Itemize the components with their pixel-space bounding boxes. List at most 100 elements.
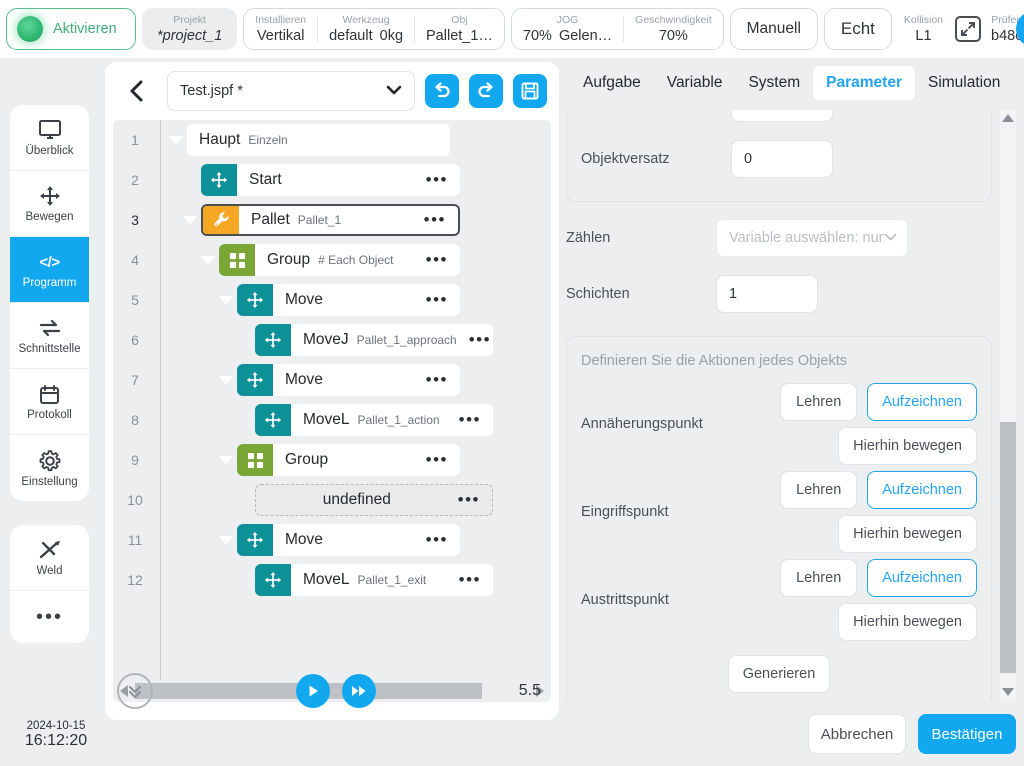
tree-node[interactable]: Group # Each Object ••• [219, 244, 460, 276]
confirm-button[interactable]: Bestätigen [918, 714, 1016, 754]
scroll-thumb[interactable] [1000, 421, 1016, 673]
play-button[interactable] [295, 674, 330, 708]
project-pill[interactable]: Projekt *project_1 [142, 8, 238, 50]
tree-node-menu-icon[interactable]: ••• [459, 571, 493, 588]
tree-node-menu-icon[interactable]: ••• [426, 451, 460, 468]
tree-node-menu-icon[interactable]: ••• [469, 331, 493, 348]
tree-node-menu-icon[interactable]: ••• [426, 171, 460, 188]
move-here-button[interactable]: Hierhin bewegen [838, 427, 977, 465]
record-button[interactable]: Aufzeichnen [867, 471, 977, 509]
activate-button[interactable]: Aktivieren [6, 8, 136, 50]
expand-caret-icon[interactable] [197, 255, 219, 265]
tree-row[interactable]: 12 MoveL Pallet_1_exit ••• [113, 560, 551, 600]
tree-node[interactable]: MoveL Pallet_1_action ••• [255, 404, 493, 436]
scroll-track[interactable] [1000, 126, 1016, 684]
obj-segment[interactable]: Obj Pallet_1… [415, 14, 504, 45]
tree-row[interactable]: 8 MoveL Pallet_1_action ••• [113, 400, 551, 440]
move-here-button[interactable]: Hierhin bewegen [838, 515, 977, 553]
panel-vertical-scrollbar[interactable] [1000, 110, 1016, 700]
tree-node-menu-icon[interactable]: ••• [426, 291, 460, 308]
panel-footer-buttons: Abbrechen Bestätigen [566, 714, 1016, 758]
zahlen-select[interactable]: Variable auswählen: num [716, 219, 908, 257]
file-select[interactable]: Test.jspf * [167, 71, 415, 111]
sidebar-item-more[interactable]: ••• [10, 591, 89, 643]
tree-row[interactable]: 3 Pallet Pallet_1 ••• [113, 200, 551, 240]
tree-row[interactable]: 10 undefined ••• [113, 480, 551, 520]
redo-icon[interactable] [469, 74, 503, 108]
tree-node[interactable]: Move ••• [237, 364, 460, 396]
expand-icon[interactable] [955, 16, 982, 42]
tree-node[interactable]: Start ••• [201, 164, 460, 196]
teach-button[interactable]: Lehren [780, 471, 858, 509]
expand-caret-icon[interactable] [215, 295, 237, 305]
real-mode-button[interactable]: Echt [823, 8, 892, 50]
install-segment[interactable]: Installieren Vertikal [244, 14, 317, 45]
tree-node-menu-icon[interactable]: ••• [426, 531, 460, 548]
tool-segment[interactable]: Werkzeug default 0kg [318, 14, 414, 45]
jog-speed-pill[interactable]: JOG 70% Gelen… Geschwindigkeit 70% [510, 8, 724, 50]
tab-parameter[interactable]: Parameter [813, 66, 915, 100]
manual-mode-button[interactable]: Manuell [729, 8, 818, 50]
tree-row[interactable]: 7 Move ••• [113, 360, 551, 400]
tree-node[interactable]: Haupt Einzeln [187, 124, 450, 156]
expand-caret-icon[interactable] [215, 375, 237, 385]
sidebar-item-uberblick[interactable]: Überblick [10, 105, 89, 171]
tree-node[interactable]: Move ••• [237, 284, 460, 316]
tree-node-menu-icon[interactable]: ••• [426, 371, 460, 388]
tree-node-menu-icon[interactable]: ••• [459, 411, 493, 428]
objektnummer-input[interactable]: 0 [731, 110, 833, 122]
tree-node[interactable]: Group ••• [237, 444, 460, 476]
tree-row[interactable]: 11 Move ••• [113, 520, 551, 560]
schichten-input[interactable]: 1 [716, 275, 818, 313]
speed-segment[interactable]: Geschwindigkeit 70% [624, 14, 722, 45]
tree-row[interactable]: 6 MoveJ Pallet_1_approach ••• [113, 320, 551, 360]
tree-node-menu-icon[interactable]: ••• [424, 211, 458, 228]
tree-row[interactable]: 5 Move ••• [113, 280, 551, 320]
jog-segment[interactable]: JOG 70% Gelen… [512, 14, 623, 45]
sidebar-item-bewegen[interactable]: Bewegen [10, 171, 89, 237]
back-icon[interactable] [117, 71, 157, 111]
record-button[interactable]: Aufzeichnen [867, 383, 977, 421]
grid-icon [219, 244, 255, 276]
sidebar-item-schnittstelle[interactable]: Schnittstelle [10, 303, 89, 369]
tab-system[interactable]: System [735, 66, 813, 100]
expand-caret-icon[interactable] [179, 215, 201, 225]
scroll-up-icon[interactable] [1000, 110, 1016, 126]
expand-caret-icon[interactable] [215, 535, 237, 545]
undo-icon[interactable] [425, 74, 459, 108]
tree-node[interactable]: Pallet Pallet_1 ••• [201, 204, 460, 236]
sidebar-item-protokoll[interactable]: Protokoll [10, 369, 89, 435]
teach-button[interactable]: Lehren [780, 559, 858, 597]
objektversatz-input[interactable]: 0 [731, 140, 833, 178]
field-row-schichten: Schichten 1 [566, 266, 992, 322]
tree-node[interactable]: MoveJ Pallet_1_approach ••• [255, 324, 493, 356]
record-button[interactable]: Aufzeichnen [867, 559, 977, 597]
install-tool-obj-pill[interactable]: Installieren Vertikal Werkzeug default 0… [243, 8, 505, 50]
tree-row[interactable]: 9 Group ••• [113, 440, 551, 480]
tab-variable[interactable]: Variable [654, 66, 736, 100]
sidebar-item-weld[interactable]: Weld [10, 525, 89, 591]
fast-forward-button[interactable] [341, 674, 376, 708]
tree-node-menu-icon[interactable]: ••• [426, 251, 460, 268]
move-here-button[interactable]: Hierhin bewegen [838, 603, 977, 641]
cancel-button[interactable]: Abbrechen [808, 714, 906, 754]
save-icon[interactable] [513, 74, 547, 108]
sidebar-item-programm[interactable]: </> Programm [10, 237, 89, 303]
tree-row[interactable]: 1 Haupt Einzeln [113, 120, 551, 160]
tab-aufgabe[interactable]: Aufgabe [570, 66, 654, 100]
generate-button[interactable]: Generieren [727, 655, 831, 693]
tree-row[interactable]: 2 Start ••• [113, 160, 551, 200]
sidebar-item-einstellung[interactable]: Einstellung [10, 435, 89, 501]
collapse-all-icon[interactable] [117, 673, 153, 709]
tree-node[interactable]: MoveL Pallet_1_exit ••• [255, 564, 493, 596]
scroll-down-icon[interactable] [1000, 684, 1016, 700]
tree-row[interactable]: 4 Group # Each Object ••• [113, 240, 551, 280]
tree-node[interactable]: undefined ••• [255, 484, 493, 516]
expand-caret-icon[interactable] [215, 455, 237, 465]
teach-button[interactable]: Lehren [780, 383, 858, 421]
tab-simulation[interactable]: Simulation [915, 66, 1013, 100]
project-value: *project_1 [157, 27, 223, 44]
tree-node[interactable]: Move ••• [237, 524, 460, 556]
expand-caret-icon[interactable] [165, 135, 187, 145]
tree-node-menu-icon[interactable]: ••• [458, 491, 492, 508]
